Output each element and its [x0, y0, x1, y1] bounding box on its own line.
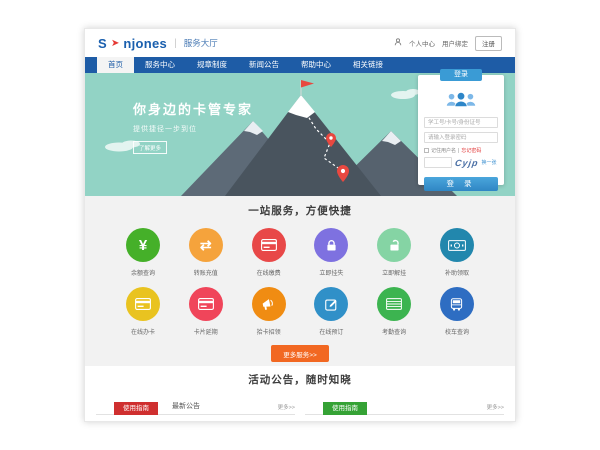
service-item[interactable]: 立即解挂	[368, 228, 420, 277]
service-label: 校车查询	[445, 327, 469, 336]
username-input[interactable]	[424, 117, 498, 128]
services-row-2: 在线办卡 卡片延期 拾卡招领 在线预订 考勤查询 校车查询	[85, 287, 515, 336]
banner-copy: 你身边的卡管专家 提供捷径一步到位 了解更多	[133, 99, 253, 155]
service-label: 余额查询	[131, 268, 155, 277]
service-label: 在线预订	[319, 327, 343, 336]
more-services-button[interactable]: 更多服务>>	[271, 345, 329, 362]
service-item[interactable]: 补助领取	[431, 228, 483, 277]
announcement-panels: 使用指南 最新公告 更多>> 使用指南 更多>>	[85, 396, 515, 415]
logo-divider: |	[174, 38, 177, 49]
banner-subline: 提供捷径一步到位	[133, 124, 253, 134]
logo-text-prefix: S	[98, 36, 107, 51]
service-item[interactable]: 考勤查询	[368, 287, 420, 336]
users-icon	[424, 91, 498, 113]
logo[interactable]: S ➤ njones | 服务大厅	[98, 36, 218, 51]
service-item[interactable]: ⇄ 转账充值	[180, 228, 232, 277]
service-item[interactable]: 校车查询	[431, 287, 483, 336]
announcements-title: 活动公告，随时知晓	[85, 372, 515, 387]
divider: |	[458, 148, 459, 154]
card-icon	[189, 287, 223, 321]
captcha-refresh-link[interactable]: 换一张	[482, 159, 497, 166]
browser-page: S ➤ njones | 服务大厅 个人中心 用户绑定 注册 首页 服务中心 规…	[84, 28, 516, 422]
service-item[interactable]: 立即挂失	[305, 228, 357, 277]
megaphone-icon	[252, 287, 286, 321]
service-label: 考勤查询	[382, 327, 406, 336]
card-icon	[126, 287, 160, 321]
nav-item-service-center[interactable]: 服务中心	[134, 57, 186, 73]
captcha-input[interactable]	[424, 157, 452, 168]
announcements-section: 活动公告，随时知晓 使用指南 最新公告 更多>> 使用指南 更多>>	[85, 366, 515, 415]
banknote-icon	[440, 228, 474, 262]
service-item[interactable]: 卡片延期	[180, 287, 232, 336]
site-name: 服务大厅	[184, 37, 218, 49]
personal-center-link[interactable]: 个人中心	[409, 38, 435, 48]
logo-text-suffix: njones	[123, 36, 167, 51]
bus-icon	[440, 287, 474, 321]
service-label: 立即解挂	[382, 268, 406, 277]
banner-headline: 你身边的卡管专家	[133, 99, 253, 118]
login-submit-button[interactable]: 登 录	[424, 177, 498, 191]
login-panel: 登录 记住用户名 | 忘记密码 Cyjp 换一张 登 录	[418, 75, 504, 185]
logo-arrow-icon: ➤	[111, 38, 119, 49]
service-label: 在线办卡	[131, 327, 155, 336]
edit-icon	[314, 287, 348, 321]
services-row-1: ¥ 余额查询 ⇄ 转账充值 在线缴费 立即挂失 立即解挂 补助领取	[85, 228, 515, 277]
nav-item-help[interactable]: 帮助中心	[290, 57, 342, 73]
service-item[interactable]: 在线预订	[305, 287, 357, 336]
service-label: 卡片延期	[194, 327, 218, 336]
register-button[interactable]: 注册	[475, 36, 502, 51]
service-label: 补助领取	[445, 268, 469, 277]
service-label: 拾卡招领	[257, 327, 281, 336]
latest-notices-tab[interactable]: 最新公告	[172, 401, 200, 414]
banner-cta-button[interactable]: 了解更多	[133, 141, 167, 154]
service-label: 立即挂失	[319, 268, 343, 277]
yuan-icon: ¥	[126, 228, 160, 262]
person-icon	[394, 38, 402, 48]
more-link[interactable]: 更多>>	[278, 403, 295, 414]
nav-item-links[interactable]: 相关链接	[342, 57, 394, 73]
guide-ribbon-tab[interactable]: 使用指南	[114, 402, 158, 415]
guide-ribbon-tab-green[interactable]: 使用指南	[323, 402, 367, 415]
service-item[interactable]: 在线办卡	[117, 287, 169, 336]
user-binding-link[interactable]: 用户绑定	[442, 38, 468, 48]
service-item[interactable]: 在线缴费	[243, 228, 295, 277]
unlock-icon	[377, 228, 411, 262]
services-title: 一站服务，方便快捷	[85, 203, 515, 218]
password-input[interactable]	[424, 132, 498, 143]
remember-row: 记住用户名 | 忘记密码	[424, 147, 498, 154]
lock-icon	[314, 228, 348, 262]
header: S ➤ njones | 服务大厅 个人中心 用户绑定 注册	[85, 29, 515, 57]
captcha-image: Cyjp	[454, 158, 479, 168]
service-item[interactable]: 拾卡招领	[243, 287, 295, 336]
captcha-row: Cyjp 换一张	[424, 157, 498, 168]
nav-item-rules[interactable]: 规章制度	[186, 57, 238, 73]
forgot-password-link[interactable]: 忘记密码	[461, 147, 481, 154]
account-bar: 个人中心 用户绑定 注册	[394, 36, 502, 51]
login-tab[interactable]: 登录	[440, 69, 482, 81]
guide-panel: 使用指南 最新公告 更多>>	[96, 396, 295, 415]
service-label: 转账充值	[194, 268, 218, 277]
remember-checkbox[interactable]	[424, 148, 429, 153]
card-icon	[252, 228, 286, 262]
nav-item-news[interactable]: 新闻公告	[238, 57, 290, 73]
services-section: 一站服务，方便快捷 ¥ 余额查询 ⇄ 转账充值 在线缴费 立即挂失 立即解挂 补助领取 在线办…	[85, 196, 515, 366]
remember-label: 记住用户名	[431, 147, 456, 154]
list-icon	[377, 287, 411, 321]
guide-panel-right: 使用指南 更多>>	[305, 396, 504, 415]
nav-item-home[interactable]: 首页	[97, 57, 134, 73]
more-link[interactable]: 更多>>	[487, 403, 504, 414]
transfer-icon: ⇄	[189, 228, 223, 262]
service-item[interactable]: ¥ 余额查询	[117, 228, 169, 277]
service-label: 在线缴费	[257, 268, 281, 277]
